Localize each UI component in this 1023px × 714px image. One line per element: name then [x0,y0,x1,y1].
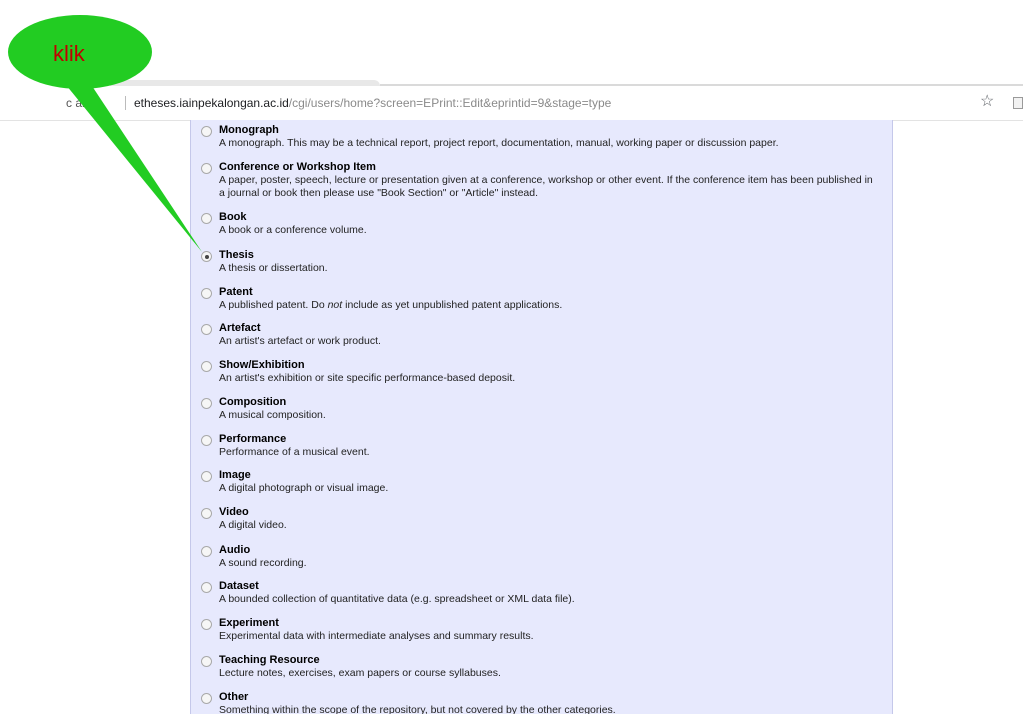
option-title: Book [219,211,247,223]
teaching-resource-radio[interactable] [201,656,212,667]
conference-radio[interactable] [201,163,212,174]
url-field[interactable]: etheses.iainpekalongan.ac.id/cgi/users/h… [134,96,611,110]
option-description: A digital video. [219,519,287,531]
option-description: A thesis or dissertation. [219,262,328,274]
image-radio[interactable] [201,471,212,482]
option-title: Experiment [219,617,279,629]
url-host: etheses.iainpekalongan.ac.id [134,96,289,110]
option-title: Thesis [219,249,254,261]
option-description: An artist's artefact or work product. [219,335,381,347]
option-title: Composition [219,396,287,408]
book-radio[interactable] [201,213,212,224]
patent-desc-emphasis: not [327,299,343,311]
dataset-radio[interactable] [201,582,212,593]
option-title: Dataset [219,580,259,592]
page: c ar etheses.iainpekalongan.ac.id/cgi/us… [0,0,1023,714]
option-description: A monograph. This may be a technical rep… [219,137,779,149]
option-title: Image [219,469,251,481]
extension-icon[interactable] [1013,97,1023,109]
url-separator [125,96,126,110]
option-title: Conference or Workshop Item [219,161,376,173]
artefact-radio[interactable] [201,324,212,335]
bookmark-star-icon[interactable]: ☆ [980,92,994,112]
option-description: A sound recording. [219,557,307,569]
patent-desc-end: include as yet unpublished patent applic… [342,299,563,311]
option-description: Lecture notes, exercises, exam papers or… [219,667,501,679]
url-prefix: c ar [66,96,87,110]
thesis-radio[interactable] [201,251,212,262]
option-title: Other [219,691,249,703]
option-title: Performance [219,433,287,445]
option-title: Teaching Resource [219,654,320,666]
option-description: An artist's exhibition or site specific … [219,372,516,384]
option-title: Monograph [219,124,279,136]
callout-label: klik [53,41,85,66]
option-title: Patent [219,286,253,298]
option-title: Audio [219,544,251,556]
option-description: A digital photograph or visual image. [219,482,389,494]
callout-shape [8,15,202,252]
performance-radio[interactable] [201,435,212,446]
patent-desc-start: A published patent. Do [219,299,328,311]
item-type-panel: Monograph A monograph. This may be a tec… [190,120,893,714]
audio-radio[interactable] [201,546,212,557]
show-exhibition-radio[interactable] [201,361,212,372]
option-title: Show/Exhibition [219,359,305,371]
option-description: A paper, poster, speech, lecture or pres… [219,174,873,199]
option-description: Experimental data with intermediate anal… [219,630,534,642]
video-radio[interactable] [201,508,212,519]
option-description: A published patent. Do not include as ye… [219,299,879,312]
option-description: A book or a conference volume. [219,224,367,236]
option-title: Artefact [219,322,261,334]
url-path: /cgi/users/home?screen=EPrint::Edit&epri… [288,96,612,110]
option-description: A bounded collection of quantitative dat… [219,593,575,605]
option-description: Performance of a musical event. [219,446,370,458]
other-radio[interactable] [201,693,212,704]
experiment-radio[interactable] [201,619,212,630]
composition-radio[interactable] [201,398,212,409]
patent-radio[interactable] [201,288,212,299]
monograph-radio[interactable] [201,126,212,137]
option-description: Something within the scope of the reposi… [219,704,616,714]
option-title: Video [219,506,249,518]
option-description: A musical composition. [219,409,326,421]
